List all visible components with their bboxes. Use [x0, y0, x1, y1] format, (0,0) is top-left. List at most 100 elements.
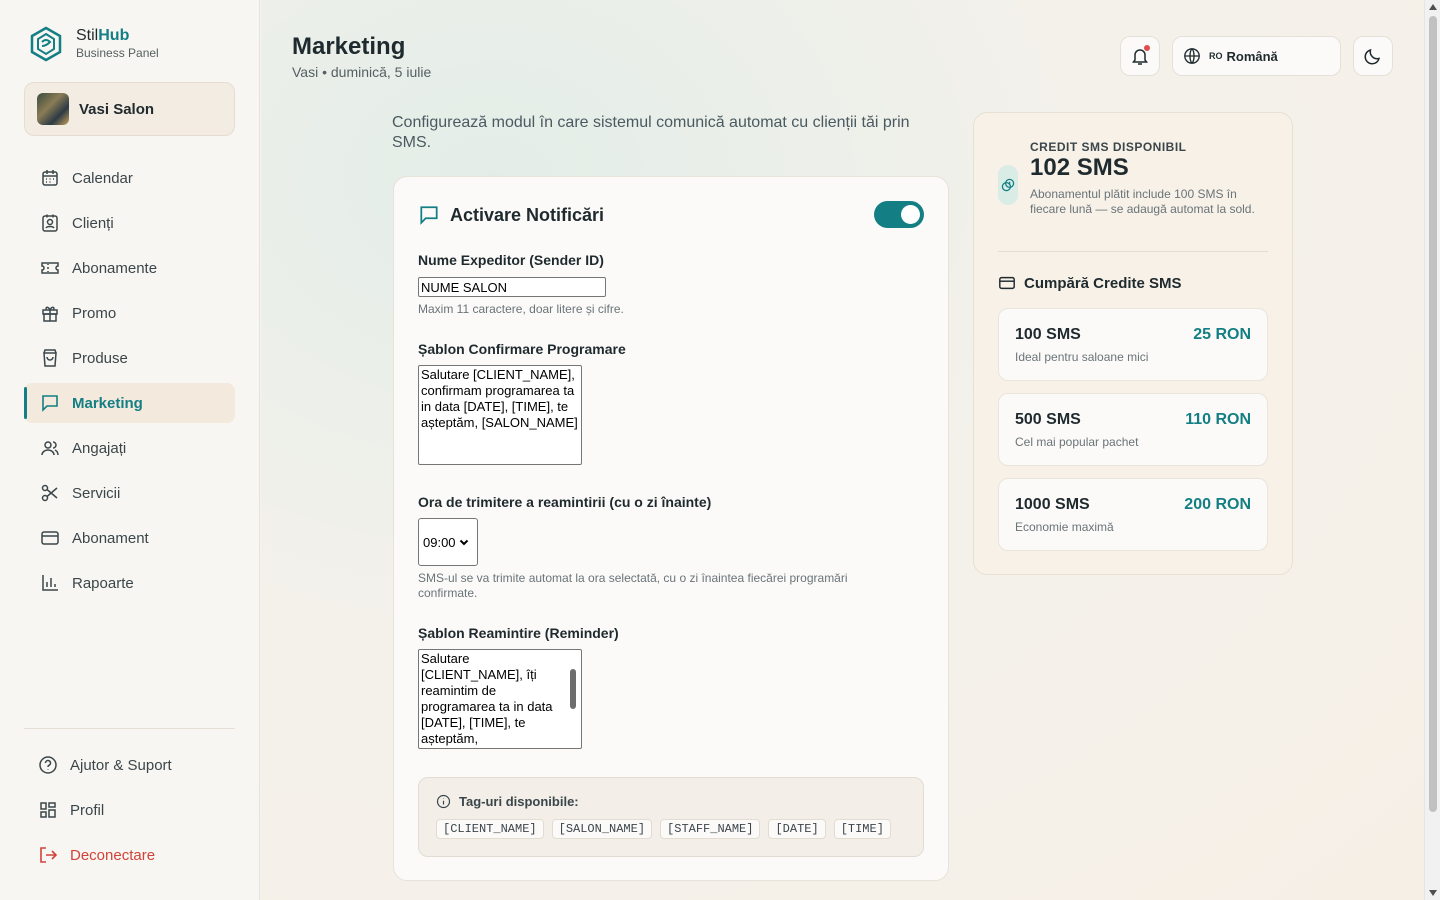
calendar-icon — [42, 170, 58, 186]
confirm-template-textarea[interactable]: Salutare [CLIENT_NAME], confirmam progra… — [418, 365, 582, 465]
credit-note: Abonamentul plătit include 100 SMS în fi… — [1030, 187, 1255, 216]
salon-name: Vasi Salon — [79, 100, 155, 118]
reminder-template-label: Șablon Reamintire (Reminder) — [418, 625, 619, 641]
page-title: Marketing — [292, 33, 406, 60]
sidebar-item-servicii[interactable]: Servicii — [24, 473, 235, 513]
sidebar-item-abonamente[interactable]: Abonamente — [24, 248, 235, 288]
scroll-up-arrow[interactable] — [1429, 4, 1437, 10]
ticket-icon — [41, 262, 59, 274]
tag-chip[interactable]: [TIME] — [833, 819, 891, 839]
tag-chip[interactable]: [DATE] — [768, 819, 826, 839]
tag-chip[interactable]: [STAFF_NAME] — [660, 819, 761, 839]
package-name: 500 SMS — [1015, 411, 1081, 428]
sidebar-item-label: Clienți — [72, 214, 114, 232]
card-title: Activare Notificări — [450, 204, 605, 225]
message-icon — [42, 395, 58, 412]
sender-label: Nume Expeditor (Sender ID) — [418, 252, 604, 268]
textarea-scrollbar[interactable] — [566, 651, 580, 734]
sidebar-item-label: Angajați — [72, 439, 127, 457]
notification-settings-card: Activare Notificări Nume Expeditor (Send… — [393, 176, 949, 881]
card-header: Activare Notificări — [418, 204, 604, 226]
sidebar-item-label: Deconectare — [70, 846, 156, 864]
package-price: 25 RON — [1193, 326, 1251, 343]
sidebar-item-marketing[interactable]: Marketing — [24, 383, 235, 423]
sidebar-item-help[interactable]: Ajutor & Suport — [24, 745, 235, 785]
sidebar-divider — [24, 728, 235, 729]
brand-subtitle: Business Panel — [76, 46, 159, 60]
logo-icon — [30, 26, 62, 62]
help-icon — [39, 756, 57, 774]
tag-chip[interactable]: [SALON_NAME] — [551, 819, 653, 839]
reminder-time-select[interactable]: 09:00 — [418, 518, 478, 566]
sidebar: StilHub Business Panel Vasi Salon Calend… — [0, 0, 260, 900]
sidebar-item-logout[interactable]: Deconectare — [24, 835, 235, 875]
package-name: 100 SMS — [1015, 326, 1081, 343]
sidebar-item-produse[interactable]: Produse — [24, 338, 235, 378]
sidebar-item-calendar[interactable]: Calendar — [24, 158, 235, 198]
buy-credits-label: Cumpără Credite SMS — [1024, 274, 1182, 292]
contact-icon — [42, 214, 58, 232]
sender-hint: Maxim 11 caractere, doar litere și cifre… — [418, 302, 624, 316]
notifications-button[interactable] — [1120, 36, 1160, 76]
card-icon — [999, 276, 1015, 290]
notifications-toggle[interactable] — [874, 201, 924, 228]
sms-package-500[interactable]: 500 SMS Cel mai popular pachet 110 RON — [998, 393, 1268, 466]
scissors-icon — [41, 484, 58, 502]
package-name: 1000 SMS — [1015, 496, 1090, 513]
tags-title: Tag-uri disponibile: — [436, 794, 579, 809]
brand[interactable]: StilHub Business Panel — [28, 26, 159, 62]
package-price: 200 RON — [1184, 496, 1251, 513]
package-desc: Economie maximă — [1015, 520, 1114, 534]
brand-name: StilHub — [76, 27, 130, 44]
sidebar-item-profil[interactable]: Profil — [24, 790, 235, 830]
theme-toggle-button[interactable] — [1353, 36, 1393, 76]
sidebar-item-abonament[interactable]: Abonament — [24, 518, 235, 558]
tags-list: [CLIENT_NAME] [SALON_NAME] [STAFF_NAME] … — [436, 819, 891, 839]
sidebar-bottom-nav: Ajutor & Suport Profil Deconectare — [24, 745, 235, 880]
main-content: Marketing Vasi • duminică, 5 iulie RO Ro… — [261, 0, 1424, 900]
sidebar-item-label: Abonament — [72, 529, 149, 547]
textarea-scrollbar-thumb[interactable] — [570, 669, 576, 709]
language-selector[interactable]: RO Română — [1172, 36, 1341, 76]
sms-credit-card: CREDIT SMS DISPONIBIL 102 SMS Abonamentu… — [973, 112, 1293, 575]
scroll-down-arrow[interactable] — [1429, 890, 1437, 896]
page-intro: Configurează modul în care sistemul comu… — [392, 114, 910, 151]
buy-credits-title: Cumpără Credite SMS — [998, 274, 1182, 292]
users-icon — [41, 441, 59, 456]
credit-value: 102 SMS — [1030, 154, 1129, 181]
sidebar-nav: Calendar Clienți Abonamente Promo Produs… — [24, 158, 235, 608]
sms-package-100[interactable]: 100 SMS Ideal pentru saloane mici 25 RON — [998, 308, 1268, 381]
notification-dot — [1144, 45, 1150, 51]
page-scrollbar-thumb[interactable] — [1429, 16, 1437, 812]
sidebar-item-angajati[interactable]: Angajați — [24, 428, 235, 468]
credit-label: CREDIT SMS DISPONIBIL — [1030, 140, 1187, 154]
language-code: RO — [1209, 51, 1223, 61]
reminder-time-label: Ora de trimitere a reamintirii (cu o zi … — [418, 494, 712, 510]
sidebar-item-label: Ajutor & Suport — [70, 756, 172, 774]
sidebar-item-rapoarte[interactable]: Rapoarte — [24, 563, 235, 603]
credit-divider — [998, 251, 1268, 252]
page-subtitle: Vasi • duminică, 5 iulie — [292, 64, 432, 80]
tag-chip[interactable]: [CLIENT_NAME] — [436, 819, 544, 839]
salon-selector[interactable]: Vasi Salon — [24, 82, 235, 136]
globe-icon — [1184, 48, 1200, 64]
sender-id-input[interactable] — [418, 277, 606, 297]
sidebar-item-label: Promo — [72, 304, 117, 322]
logout-icon — [40, 847, 58, 863]
moon-icon — [1364, 48, 1381, 65]
sidebar-item-clienti[interactable]: Clienți — [24, 203, 235, 243]
sidebar-item-label: Marketing — [72, 394, 143, 412]
reminder-template-textarea[interactable]: Salutare [CLIENT_NAME], îți reamintim de… — [418, 649, 582, 749]
message-icon — [420, 206, 438, 225]
sidebar-item-promo[interactable]: Promo — [24, 293, 235, 333]
bag-icon — [43, 349, 57, 367]
info-icon — [436, 794, 451, 809]
package-desc: Ideal pentru saloane mici — [1015, 350, 1149, 364]
gift-icon — [42, 306, 58, 322]
sidebar-item-label: Abonamente — [72, 259, 158, 277]
coins-icon — [998, 165, 1018, 205]
page-scrollbar[interactable] — [1424, 0, 1440, 900]
grid-icon — [40, 802, 56, 818]
sms-package-1000[interactable]: 1000 SMS Economie maximă 200 RON — [998, 478, 1268, 551]
reminder-template-text: Salutare [CLIENT_NAME], îți reamintim de… — [421, 651, 553, 746]
